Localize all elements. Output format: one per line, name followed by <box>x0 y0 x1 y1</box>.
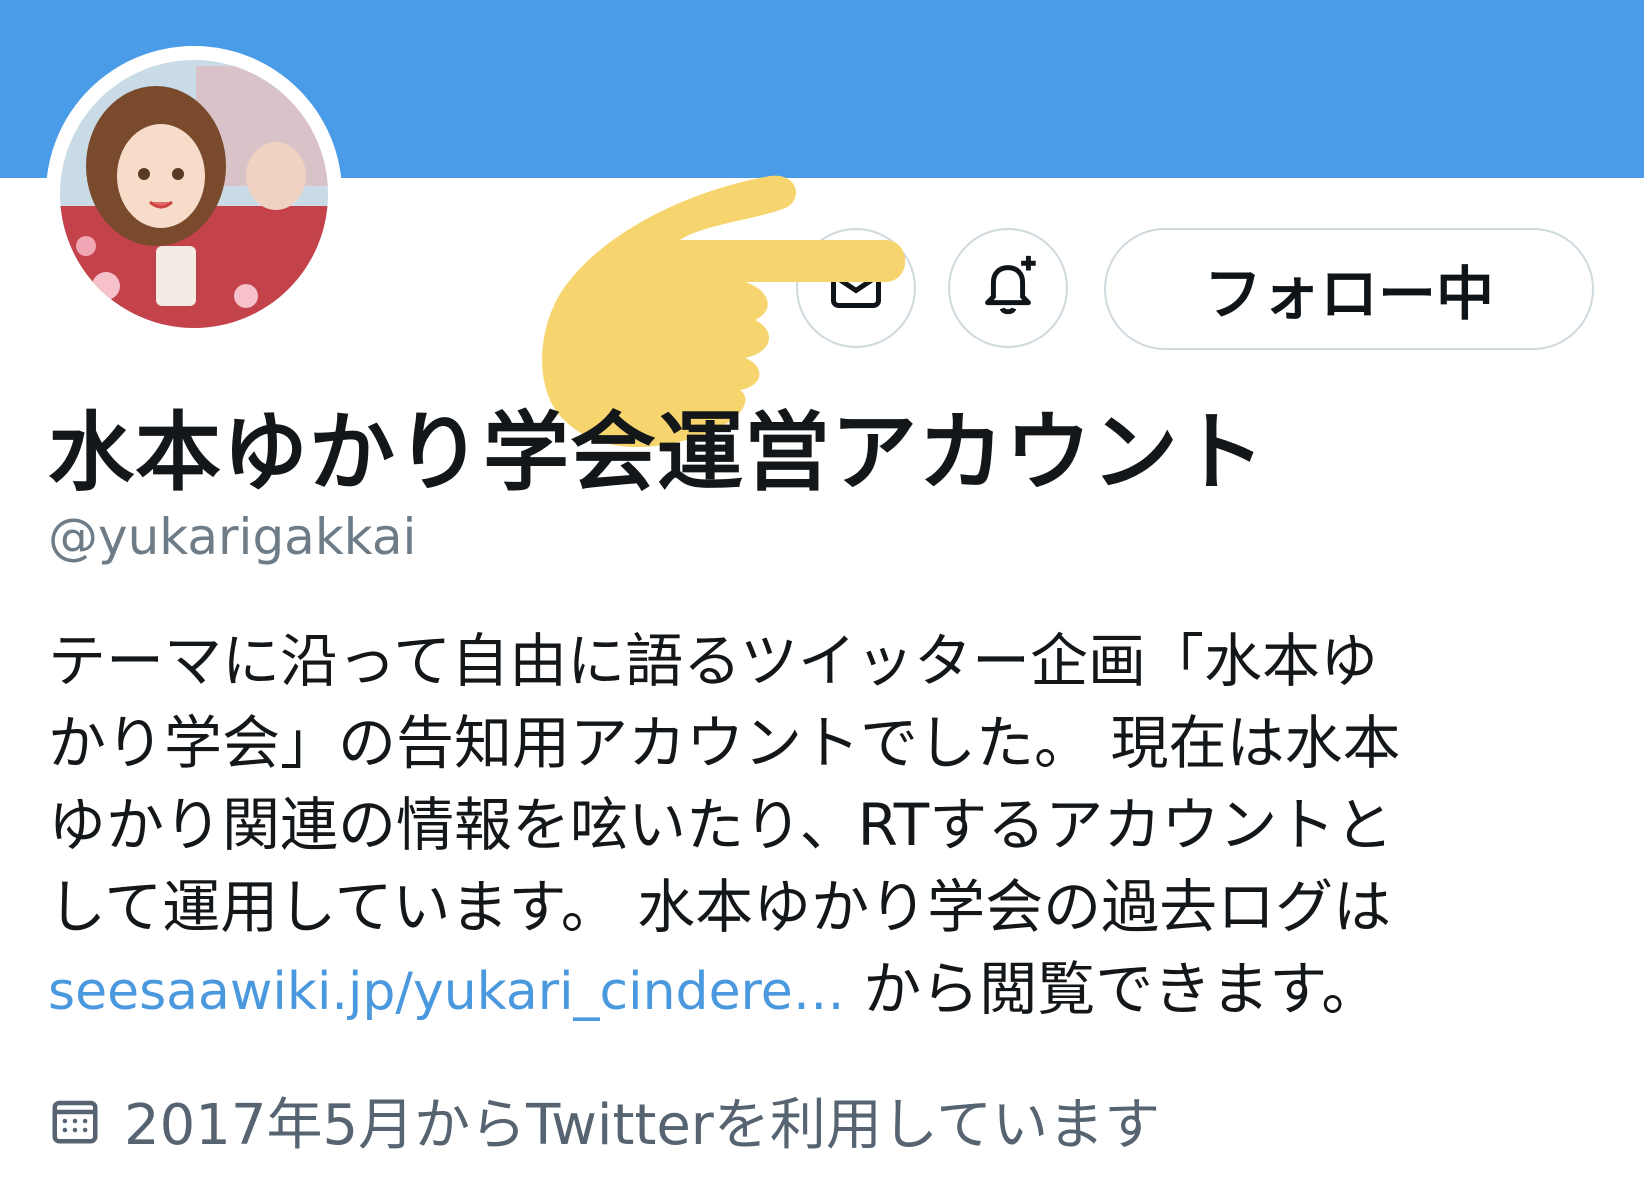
join-date-text: 2017年5月からTwitterを利用しています <box>124 1093 1161 1158</box>
bio-line: seesaawiki.jp/yukari_cindere… から閲覧できます。 <box>48 948 1608 1033</box>
bio-line: かり学会」の告知用アカウントでした。 現在は水本 <box>48 709 1401 777</box>
user-handle: @yukarigakkai <box>48 508 417 566</box>
calendar-icon <box>48 1094 102 1148</box>
notify-button[interactable] <box>948 228 1068 348</box>
bio-line: テーマに沿って自由に語るツイッター企画「水本ゆ <box>48 627 1378 695</box>
bell-plus-icon <box>985 255 1036 315</box>
bio-link[interactable]: seesaawiki.jp/yukari_cindere… <box>48 962 845 1022</box>
following-button[interactable]: フォロー中 <box>1104 228 1594 350</box>
following-button-label: フォロー中 <box>1203 260 1494 328</box>
bio-line: ゆかり関連の情報を呟いたり、RTするアカウントと <box>48 791 1394 859</box>
avatar[interactable] <box>46 46 342 342</box>
bio-line-suffix: から閲覧できます。 <box>844 955 1380 1023</box>
display-name: 水本ゆかり学会運営アカウント <box>48 403 1266 503</box>
profile-bio: テーマに沿って自由に語るツイッター企画「水本ゆ かり学会」の告知用アカウントでし… <box>48 620 1608 1033</box>
bio-line: して運用しています。 水本ゆかり学会の過去ログは <box>48 873 1392 941</box>
join-date: 2017年5月からTwitterを利用しています <box>48 1080 1160 1161</box>
